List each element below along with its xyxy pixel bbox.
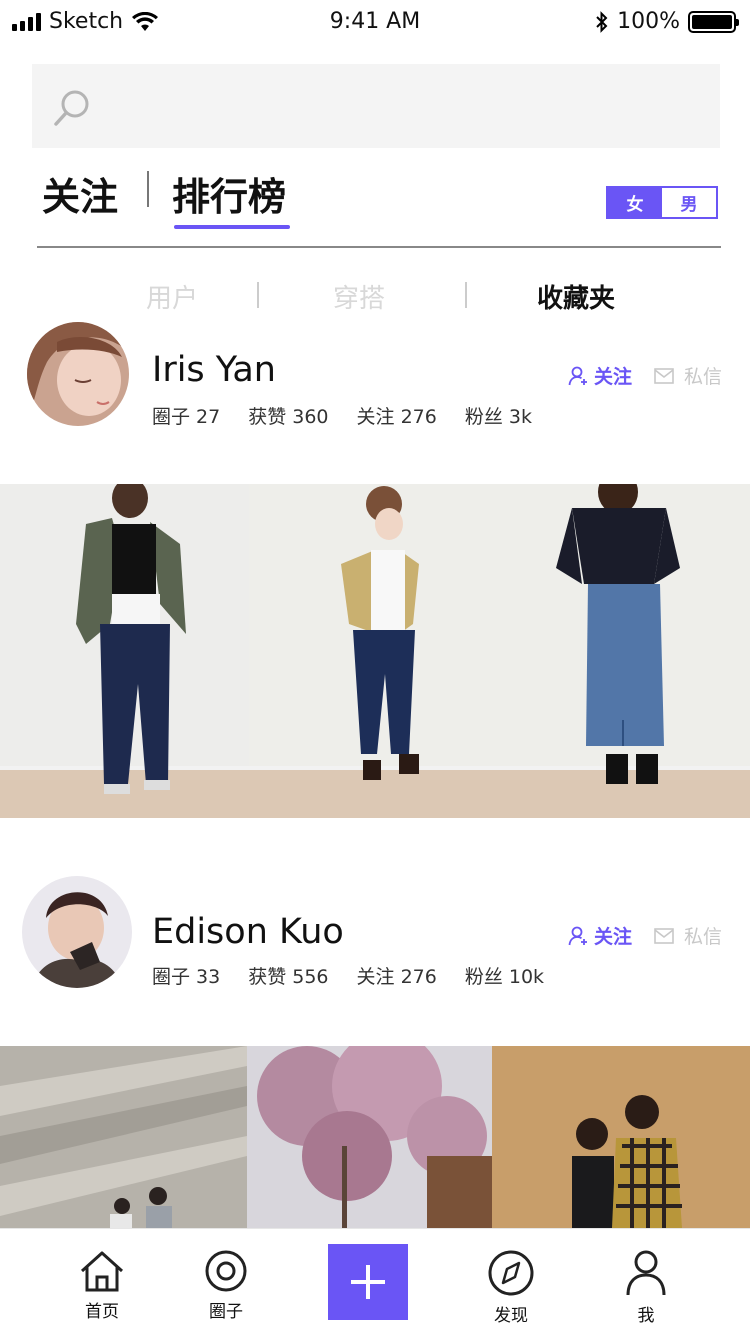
top-tabs: 关注 排行榜 女 男 xyxy=(40,166,720,236)
search-icon xyxy=(54,90,89,126)
message-label: 私信 xyxy=(683,366,722,388)
user-stats: 圈子 33 获赞 556 关注 276 粉丝 10k xyxy=(152,962,572,989)
search-bar[interactable] xyxy=(32,64,720,148)
status-bar: Sketch 9:41 AM 100% xyxy=(0,0,750,44)
plus-icon xyxy=(351,1265,385,1299)
tab-discover-label: 发现 xyxy=(494,1306,528,1326)
user-actions: 关注 私信 xyxy=(568,922,722,949)
tab-circle[interactable]: 圈子 xyxy=(176,1229,276,1322)
add-user-icon xyxy=(568,366,587,385)
tab-home-label: 首页 xyxy=(85,1302,119,1322)
tab-home[interactable]: 首页 xyxy=(52,1229,152,1322)
user-stats: 圈子 27 获赞 360 关注 276 粉丝 3k xyxy=(152,402,560,429)
battery-percent: 100% xyxy=(617,9,680,34)
avatar[interactable] xyxy=(22,876,132,988)
gender-toggle[interactable]: 女 男 xyxy=(606,186,718,219)
tab-divider xyxy=(147,171,149,207)
outfit-photo[interactable] xyxy=(492,1046,750,1228)
user-actions: 关注 私信 xyxy=(568,362,722,389)
gender-female-option[interactable]: 女 xyxy=(608,188,662,217)
stat-followers: 粉丝 10k xyxy=(464,966,545,988)
stat-following: 关注 276 xyxy=(356,966,437,988)
compass-icon xyxy=(488,1250,534,1296)
add-post-button[interactable] xyxy=(328,1244,408,1320)
follow-button[interactable]: 关注 xyxy=(568,362,632,389)
subtab-favorites[interactable]: 收藏夹 xyxy=(537,278,615,315)
subtab-divider xyxy=(465,282,467,308)
tab-following[interactable]: 关注 xyxy=(42,166,118,221)
user-name[interactable]: Iris Yan xyxy=(152,350,276,390)
user-name[interactable]: Edison Kuo xyxy=(152,912,344,952)
tab-me-label: 我 xyxy=(637,1306,655,1326)
message-button[interactable]: 私信 xyxy=(654,922,722,949)
active-tab-indicator xyxy=(174,225,290,229)
outfit-photo[interactable] xyxy=(498,484,750,818)
home-icon xyxy=(80,1251,124,1292)
battery-icon xyxy=(688,10,739,33)
follow-button[interactable]: 关注 xyxy=(568,922,632,949)
user-card[interactable]: Iris Yan 圈子 27 获赞 360 关注 276 粉丝 3k 关注 私信 xyxy=(0,320,750,440)
photo-row xyxy=(0,484,750,818)
header-divider xyxy=(37,246,721,248)
subtab-divider xyxy=(257,282,259,308)
mail-icon xyxy=(654,367,674,384)
stat-likes: 获赞 360 xyxy=(248,406,329,428)
message-button[interactable]: 私信 xyxy=(654,362,722,389)
tab-bar: 首页 圈子 发现 我 xyxy=(0,1228,750,1334)
tab-me[interactable]: 我 xyxy=(596,1229,696,1326)
gender-male-option[interactable]: 男 xyxy=(662,188,716,217)
circle-icon xyxy=(205,1250,247,1292)
subtab-outfits[interactable]: 穿搭 xyxy=(333,278,385,315)
photo-row xyxy=(0,1046,750,1228)
follow-label: 关注 xyxy=(593,926,632,948)
status-right: 100% xyxy=(595,9,739,34)
bluetooth-icon xyxy=(596,10,608,33)
outfit-photo[interactable] xyxy=(247,1046,492,1228)
tab-discover[interactable]: 发现 xyxy=(461,1229,561,1326)
outfit-photo[interactable] xyxy=(249,484,498,818)
stat-circles: 圈子 27 xyxy=(152,406,221,428)
add-user-icon xyxy=(568,926,587,945)
mail-icon xyxy=(654,927,674,944)
stat-circles: 圈子 33 xyxy=(152,966,221,988)
tab-circle-label: 圈子 xyxy=(209,1302,243,1322)
avatar[interactable] xyxy=(27,322,129,426)
stat-likes: 获赞 556 xyxy=(248,966,329,988)
stat-followers: 粉丝 3k xyxy=(464,406,532,428)
outfit-photo[interactable] xyxy=(0,484,249,818)
sub-tabs: 用户 穿搭 收藏夹 xyxy=(0,278,750,318)
message-label: 私信 xyxy=(683,926,722,948)
stat-following: 关注 276 xyxy=(356,406,437,428)
outfit-photo[interactable] xyxy=(0,1046,247,1228)
tab-ranking[interactable]: 排行榜 xyxy=(172,166,286,221)
user-card[interactable]: Edison Kuo 圈子 33 获赞 556 关注 276 粉丝 10k 关注… xyxy=(0,876,750,996)
user-icon xyxy=(626,1250,666,1296)
follow-label: 关注 xyxy=(593,366,632,388)
subtab-users[interactable]: 用户 xyxy=(146,278,198,315)
